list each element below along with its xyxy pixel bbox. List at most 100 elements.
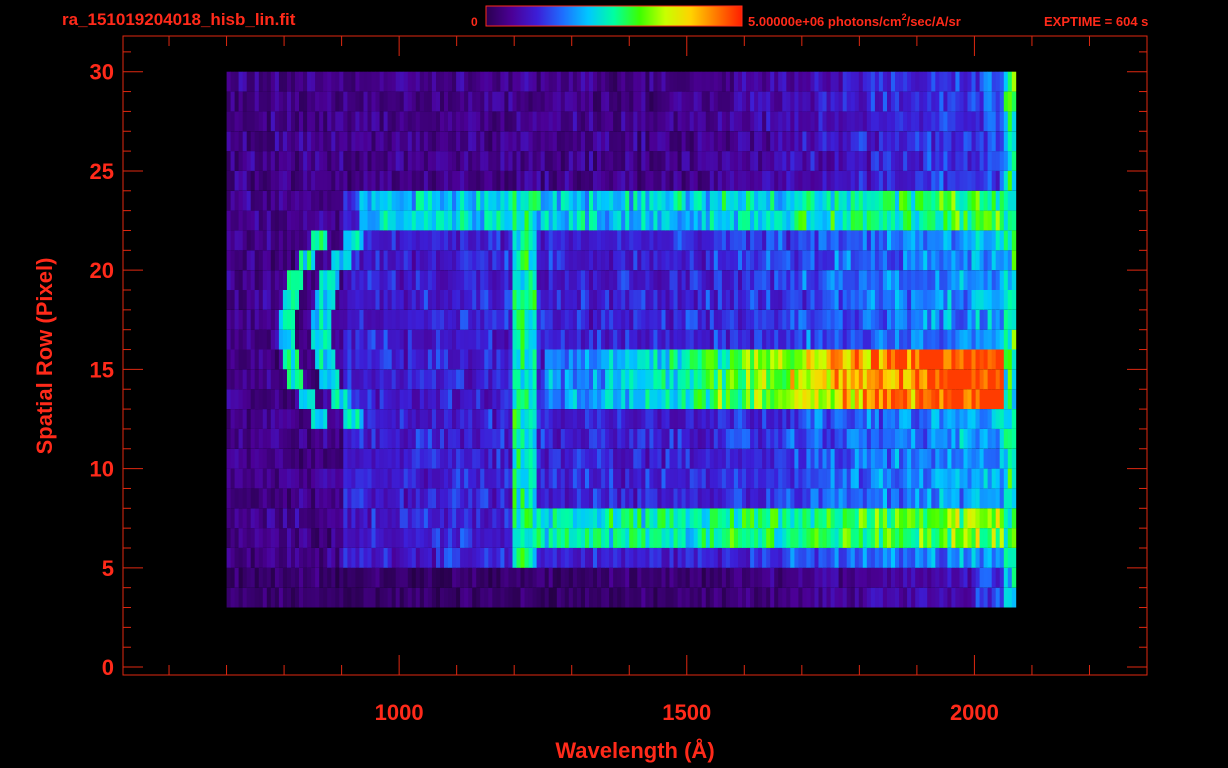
heatmap-cell <box>504 111 509 132</box>
heatmap-cell <box>826 131 831 152</box>
heatmap-cell <box>939 250 944 271</box>
heatmap-cell <box>476 290 481 310</box>
heatmap-cell <box>766 349 771 370</box>
heatmap-cell <box>456 210 461 231</box>
heatmap-cell <box>742 567 747 588</box>
heatmap-cell <box>979 468 984 489</box>
heatmap-cell <box>713 111 719 132</box>
heatmap-cell <box>367 270 372 290</box>
heatmap-cell <box>874 567 880 588</box>
heatmap-cell <box>818 230 823 251</box>
heatmap-cell <box>790 329 795 350</box>
heatmap-cell <box>939 389 944 409</box>
heatmap-cell <box>367 409 372 429</box>
heatmap-cell <box>436 111 441 132</box>
heatmap-cell <box>230 309 235 330</box>
heatmap-cell <box>560 230 566 251</box>
heatmap-cell <box>770 250 775 271</box>
heatmap-cell <box>653 369 658 390</box>
heatmap-cell <box>983 448 988 469</box>
heatmap-cell <box>528 508 533 529</box>
heatmap-cell <box>407 329 413 350</box>
heatmap-cell <box>891 349 896 370</box>
heatmap-cell <box>766 369 771 390</box>
heatmap-cell <box>798 567 803 588</box>
heatmap-cell <box>882 468 888 489</box>
heatmap-cell <box>1003 548 1009 568</box>
heatmap-cell <box>983 488 988 509</box>
heatmap-cell <box>335 508 340 529</box>
heatmap-cell <box>983 309 988 330</box>
heatmap-cell <box>315 230 320 251</box>
heatmap-cell <box>838 567 843 588</box>
heatmap-cell <box>278 91 284 112</box>
heatmap-cell <box>524 111 529 132</box>
heatmap-cell <box>363 468 368 489</box>
heatmap-cell <box>609 448 614 469</box>
heatmap-cell <box>681 548 686 568</box>
heatmap-cell <box>633 428 638 449</box>
heatmap-cell <box>436 210 441 231</box>
heatmap-cell <box>476 329 481 350</box>
heatmap-cell <box>874 587 880 608</box>
heatmap-cell <box>331 250 336 271</box>
heatmap-cell <box>665 290 670 310</box>
heatmap-cell <box>891 528 896 548</box>
heatmap-cell <box>363 230 368 251</box>
heatmap-cell <box>504 528 509 548</box>
heatmap-cell <box>778 349 783 370</box>
heatmap-cell <box>891 111 896 132</box>
heatmap-cell <box>597 468 602 489</box>
heatmap-cell <box>323 170 328 191</box>
heatmap-cell <box>274 567 280 588</box>
heatmap-cell <box>907 329 912 350</box>
heatmap-cell <box>633 548 638 568</box>
heatmap-cell <box>291 309 296 330</box>
heatmap-cell <box>887 448 892 469</box>
heatmap-cell <box>621 250 626 271</box>
heatmap-cell <box>713 428 719 449</box>
heatmap-cell <box>770 369 775 390</box>
heatmap-cell <box>794 230 799 251</box>
heatmap-cell <box>758 567 763 588</box>
heatmap-cell <box>967 369 972 390</box>
heatmap-cell <box>770 488 775 509</box>
heatmap-cell <box>375 428 380 449</box>
heatmap-cell <box>878 468 884 489</box>
heatmap-cell <box>862 329 868 350</box>
heatmap-cell <box>601 290 606 310</box>
heatmap-cell <box>754 270 759 290</box>
heatmap-cell <box>331 131 336 152</box>
heatmap-cell <box>307 190 312 211</box>
heatmap-cell <box>536 210 541 231</box>
heatmap-cell <box>782 369 787 390</box>
heatmap-cell <box>488 369 493 390</box>
heatmap-cell <box>246 230 252 251</box>
heatmap-cell <box>605 131 610 152</box>
heatmap-cell <box>842 369 848 390</box>
heatmap-cell <box>609 290 614 310</box>
heatmap-cell <box>729 548 735 568</box>
heatmap-cell <box>1007 508 1013 529</box>
heatmap-cell <box>403 468 409 489</box>
heatmap-cell <box>291 369 296 390</box>
heatmap-cell <box>947 270 952 290</box>
heatmap-cell <box>729 587 735 608</box>
heatmap-cell <box>677 448 682 469</box>
heatmap-cell <box>516 250 521 271</box>
heatmap-cell <box>399 170 405 191</box>
heatmap-cell <box>899 508 904 529</box>
heatmap-cell <box>351 428 356 449</box>
heatmap-cell <box>395 210 401 231</box>
heatmap-cell <box>295 409 300 429</box>
heatmap-cell <box>262 329 268 350</box>
heatmap-cell <box>375 548 380 568</box>
heatmap-cell <box>355 548 360 568</box>
heatmap-cell <box>621 170 626 191</box>
heatmap-cell <box>576 170 582 191</box>
heatmap-cell <box>919 428 924 449</box>
heatmap-cell <box>874 210 880 231</box>
heatmap-cell <box>774 170 779 191</box>
heatmap-cell <box>822 528 827 548</box>
heatmap-cell <box>287 290 292 310</box>
